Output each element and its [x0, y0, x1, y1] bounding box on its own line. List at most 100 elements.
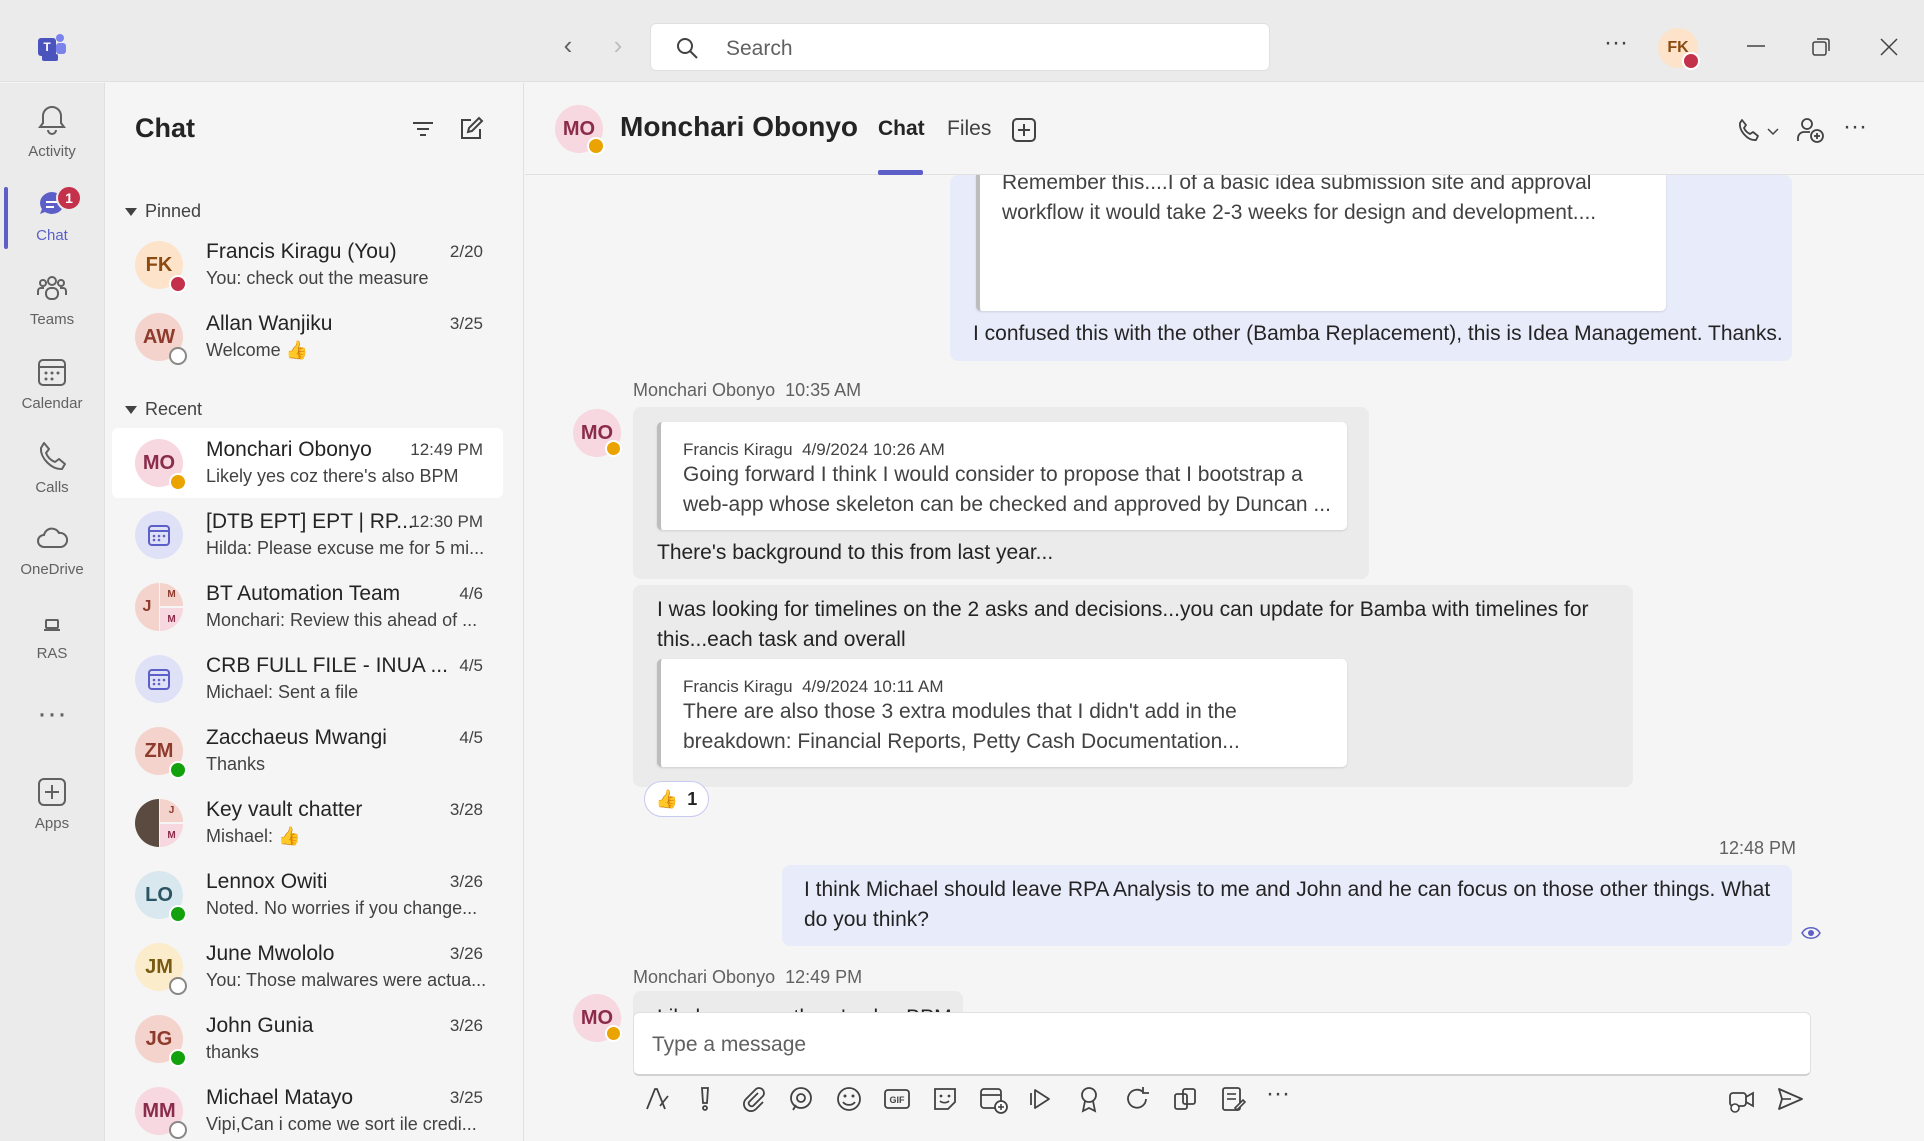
more-options-icon[interactable]: ··· [1843, 113, 1867, 141]
message-sender: Monchari Obonyo 12:49 PM [633, 967, 863, 987]
active-tab-indicator [878, 170, 923, 175]
gif-icon[interactable]: GIF [882, 1084, 912, 1114]
restore-icon[interactable] [1810, 36, 1832, 58]
chat-item-time: 3/26 [449, 872, 483, 891]
rail-label: Apps [34, 815, 70, 832]
add-people-icon[interactable] [1795, 115, 1825, 145]
important-icon[interactable] [690, 1084, 720, 1114]
chat-item-time: 3/25 [449, 314, 483, 333]
quoted-message[interactable]: Remember this....I of a basic idea submi… [976, 175, 1666, 311]
send-icon[interactable] [1775, 1084, 1805, 1114]
loop-refresh-icon[interactable] [1122, 1084, 1152, 1114]
chat-item-monchari-obonyo[interactable]: MO Monchari Obonyo Likely yes coz there'… [112, 428, 503, 498]
rail-label: RAS [36, 645, 68, 662]
chat-item-lennox-owiti[interactable]: LO Lennox Owiti Noted. No worries if you… [112, 860, 503, 930]
recent-section-header[interactable]: Recent [125, 399, 202, 420]
chat-item-preview: Likely yes coz there's also BPM [206, 466, 459, 486]
apps-icon[interactable] [1170, 1084, 1200, 1114]
forward-arrow-icon[interactable]: › [603, 30, 633, 60]
message-bubble-other[interactable]: I was looking for timelines on the 2 ask… [633, 585, 1633, 787]
pinned-section-header[interactable]: Pinned [125, 201, 201, 222]
schedule-meeting-icon[interactable] [978, 1084, 1008, 1114]
bell-icon [38, 105, 66, 135]
chat-item-michael-matayo[interactable]: MM Michael Matayo Vipi,Can i come we sor… [112, 1076, 503, 1141]
chat-item-allan-wanjiku[interactable]: AW Allan Wanjiku Welcome 👍 3/25 [112, 302, 503, 372]
chat-item-name: Lennox Owiti [206, 870, 328, 893]
call-dropdown-chevron-icon[interactable] [1767, 127, 1779, 137]
attach-icon[interactable] [738, 1084, 768, 1114]
quoted-message[interactable]: Francis Kiragu 4/9/2024 10:11 AM There a… [657, 659, 1347, 767]
chat-item-preview: Welcome 👍 [206, 340, 309, 360]
message-bubble-other[interactable]: Francis Kiragu 4/9/2024 10:26 AM Going f… [633, 407, 1369, 579]
chat-item-name: John Gunia [206, 1014, 314, 1037]
chat-item-crb-full-file[interactable]: CRB FULL FILE - INUA ... Michael: Sent a… [112, 644, 503, 714]
message-bubble-mine[interactable]: I think Michael should leave RPA Analysi… [782, 865, 1792, 946]
message-text-line: this...each task and overall [657, 628, 906, 651]
teams-logo-icon[interactable]: T [36, 32, 68, 62]
rail-item-onedrive[interactable]: OneDrive [0, 509, 104, 589]
quoted-message[interactable]: Francis Kiragu 4/9/2024 10:26 AM Going f… [657, 422, 1347, 530]
meeting-calendar-icon [135, 511, 183, 559]
chat-item-dtb-ept-meeting[interactable]: [DTB EPT] EPT | RP... Hilda: Please excu… [112, 500, 503, 570]
chat-item-time: 3/26 [449, 944, 483, 963]
chat-item-name: BT Automation Team [206, 582, 401, 605]
close-icon[interactable] [1877, 35, 1901, 59]
chat-item-john-gunia[interactable]: JG John Gunia thanks 3/26 [112, 1004, 503, 1074]
tab-chat[interactable]: Chat [878, 117, 925, 141]
offline-status-icon [169, 977, 187, 995]
chat-item-name: Zacchaeus Mwangi [206, 726, 387, 749]
rail-item-apps[interactable]: Apps [0, 763, 104, 843]
add-tab-icon[interactable] [1011, 117, 1037, 143]
message-bubble-mine[interactable]: Remember this....I of a basic idea submi… [950, 175, 1792, 361]
away-status-icon [587, 137, 605, 155]
chat-item-zacchaeus-mwangi[interactable]: ZM Zacchaeus Mwangi Thanks 4/5 [112, 716, 503, 786]
chat-item-key-vault-chatter[interactable]: J M Key vault chatter Mishael: 👍 3/28 [112, 788, 503, 858]
new-chat-icon[interactable] [457, 115, 485, 143]
rail-item-activity[interactable]: Activity [0, 91, 104, 171]
rail-more-apps-icon[interactable]: ··· [0, 689, 104, 739]
reaction-like-button[interactable]: 👍 1 [644, 781, 709, 817]
search-placeholder: Search [726, 37, 793, 60]
sticker-icon[interactable] [930, 1084, 960, 1114]
praise-icon[interactable] [1074, 1084, 1104, 1114]
message-compose-input[interactable]: Type a message [633, 1012, 1811, 1076]
rail-item-teams[interactable]: Teams [0, 259, 104, 339]
rail-item-calls[interactable]: Calls [0, 427, 104, 507]
conversation-header: MO Monchari Obonyo Chat Files ··· [525, 83, 1924, 175]
more-actions-icon[interactable]: ··· [1266, 1080, 1290, 1108]
ras-app-icon [44, 619, 60, 631]
chat-item-time: 2/20 [449, 242, 483, 261]
chat-item-preview: Mishael: 👍 [206, 826, 301, 846]
chat-item-name: Key vault chatter [206, 798, 363, 821]
chat-item-bt-automation-team[interactable]: J M M BT Automation Team Monchari: Revie… [112, 572, 503, 642]
chat-item-name: Allan Wanjiku [206, 312, 333, 335]
profile-avatar[interactable]: FK [1658, 28, 1700, 70]
rail-item-ras[interactable]: RAS [0, 593, 104, 673]
message-text-line: I was looking for timelines on the 2 ask… [657, 598, 1589, 621]
tab-files[interactable]: Files [947, 117, 991, 141]
chat-item-june-mwololo[interactable]: JM June Mwololo You: Those malwares were… [112, 932, 503, 1002]
quoted-message-line: web-app whose skeleton can be checked an… [683, 493, 1331, 516]
busy-status-icon [1682, 52, 1700, 70]
chat-item-preview: You: Those malwares were actua... [206, 970, 487, 990]
forms-icon[interactable] [1218, 1084, 1248, 1114]
message-text-line: I think Michael should leave RPA Analysi… [804, 878, 1771, 901]
message-text: I confused this with the other (Bamba Re… [973, 322, 1783, 345]
rail-label: OneDrive [20, 561, 84, 578]
chat-item-francis-kiragu[interactable]: FK Francis Kiragu (You) You: check out t… [112, 230, 503, 300]
cloud-icon [37, 527, 69, 548]
video-clip-icon[interactable] [1727, 1084, 1757, 1114]
search-input[interactable]: Search [650, 23, 1270, 71]
more-options-icon[interactable]: ··· [1600, 28, 1632, 58]
emoji-icon[interactable] [834, 1084, 864, 1114]
call-icon[interactable] [1735, 117, 1761, 143]
back-arrow-icon[interactable]: ‹ [553, 30, 583, 60]
minimize-icon[interactable] [1744, 34, 1768, 58]
filter-icon[interactable] [409, 115, 437, 143]
rail-item-calendar[interactable]: Calendar [0, 343, 104, 423]
stream-icon[interactable] [1026, 1084, 1056, 1114]
loop-component-icon[interactable] [786, 1084, 816, 1114]
collapse-caret-icon [125, 208, 137, 217]
format-icon[interactable] [642, 1084, 672, 1114]
rail-item-chat[interactable]: 1 Chat [0, 175, 104, 255]
